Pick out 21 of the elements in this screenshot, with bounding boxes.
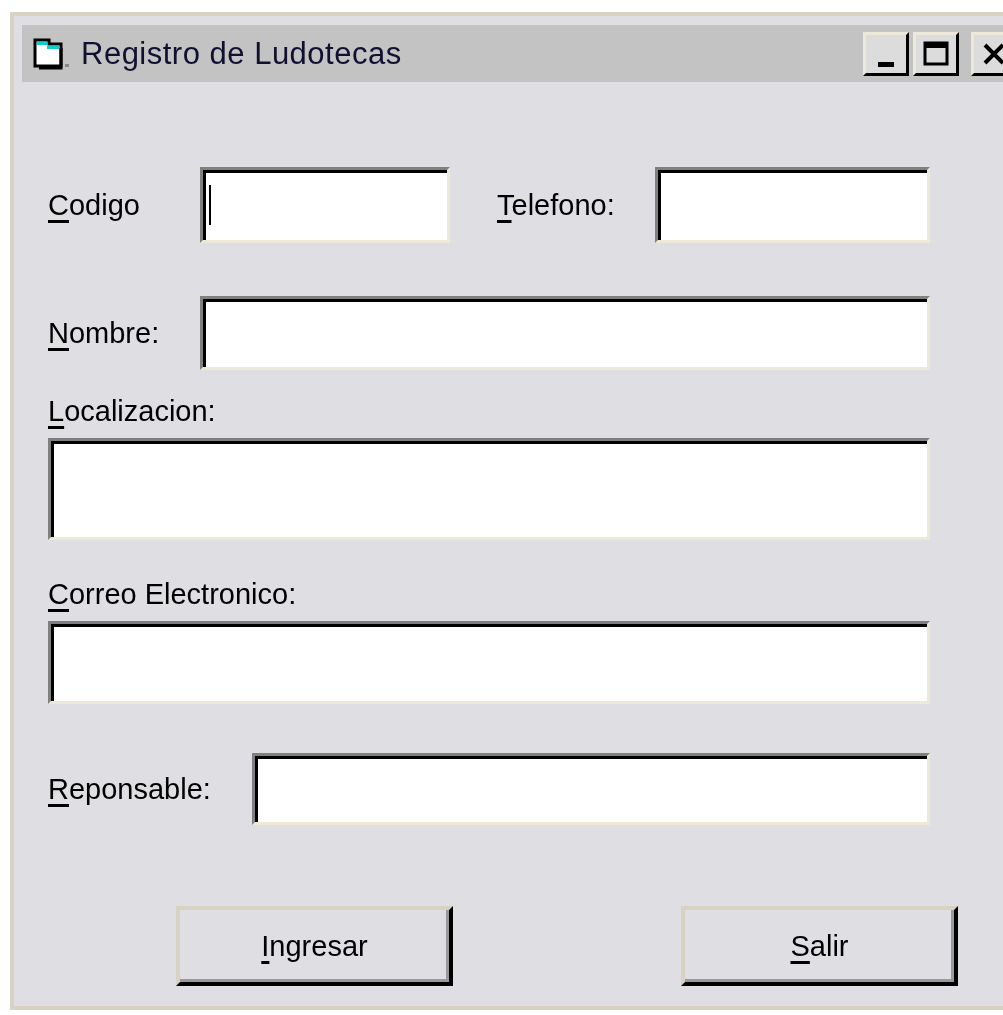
field-label: Localizacion:: [48, 395, 217, 428]
input-field[interactable]: [200, 167, 450, 243]
form-button[interactable]: Salir: [681, 906, 958, 986]
window-title: Registro de Ludotecas: [81, 35, 402, 72]
field-label: Codigo: [48, 188, 141, 222]
maximize-button[interactable]: [913, 31, 959, 76]
input-field[interactable]: [252, 753, 930, 825]
close-icon: [981, 41, 1003, 66]
field-label: Correo Electronico:: [48, 578, 298, 611]
input-field[interactable]: [655, 167, 930, 243]
input-field[interactable]: [48, 621, 930, 704]
field-label: Nombre:: [48, 316, 161, 350]
input-field[interactable]: [48, 438, 930, 540]
field-label: Reponsable:: [48, 772, 212, 806]
minimize-button[interactable]: [863, 31, 909, 76]
field-label: Telefono:: [497, 188, 616, 222]
input-field[interactable]: [200, 296, 930, 370]
close-button[interactable]: [971, 31, 1003, 76]
minimize-icon: [878, 62, 894, 67]
form-button[interactable]: Ingresar: [176, 906, 453, 986]
maximize-icon: [922, 39, 950, 68]
